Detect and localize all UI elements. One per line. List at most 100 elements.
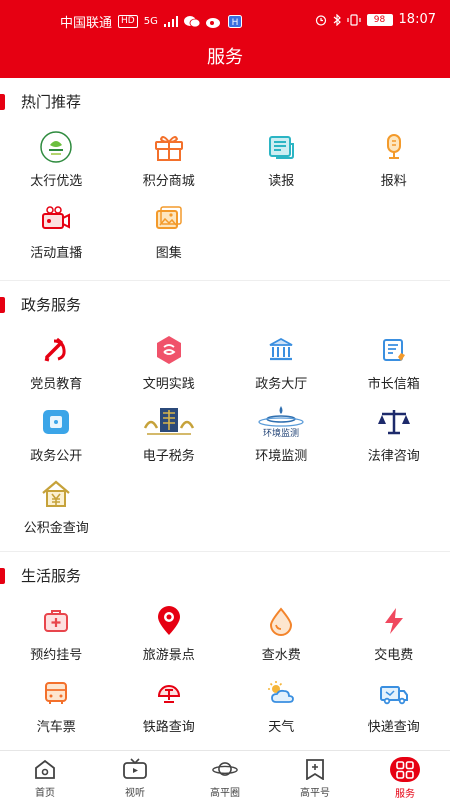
service-label: 环境监测 [255, 449, 308, 464]
alarm-icon [315, 14, 326, 26]
section-accent-bar [0, 297, 5, 313]
service-item-report[interactable]: 报料 [338, 124, 450, 196]
environment-logo-text: 环境监测 [263, 427, 299, 439]
service-item-scenic-spots[interactable]: 旅游景点 [113, 598, 226, 670]
civilization-icon [152, 333, 186, 367]
newspaper-icon [264, 130, 298, 164]
gift-icon [152, 130, 186, 164]
service-item-read-paper[interactable]: 读报 [225, 124, 338, 196]
service-label: 汽车票 [36, 720, 76, 735]
taihang-logo-icon [39, 130, 73, 164]
hot-recommend-grid: 太行优选 积分商城 读报 报料 活动直播 图集 [0, 124, 450, 268]
bottom-tab-bar: 首页 视听 高平圈 高平号 服务 [0, 750, 450, 800]
service-item-water-fee[interactable]: 查水费 [225, 598, 338, 670]
service-label: 读报 [268, 174, 295, 189]
service-label: 活动直播 [30, 246, 83, 261]
tax-logo-icon [141, 405, 197, 439]
service-label: 积分商城 [142, 174, 195, 189]
video-camera-icon [39, 202, 73, 236]
battery-indicator: 98 [366, 13, 393, 26]
service-label: 市长信箱 [367, 377, 420, 392]
service-item-express[interactable]: 快递查询 [338, 670, 450, 742]
section-government: 政务服务 [0, 281, 450, 327]
home-icon [32, 757, 58, 781]
service-item-civilization[interactable]: 文明实践 [113, 327, 226, 399]
bookmark-plus-icon [302, 757, 328, 781]
mailbox-icon [377, 333, 411, 367]
tab-label: 首页 [35, 788, 55, 799]
service-label: 交电费 [374, 648, 414, 663]
section-accent-bar [0, 94, 5, 110]
tab-gaoping-circle[interactable]: 高平圈 [180, 751, 270, 800]
weather-icon [264, 676, 298, 710]
tab-audio-visual[interactable]: 视听 [90, 751, 180, 800]
network-type-label: 5G [143, 15, 158, 27]
tab-service[interactable]: 服务 [360, 751, 450, 800]
section-title: 热门推荐 [21, 93, 82, 111]
government-hall-icon [264, 333, 298, 367]
life-grid: 预约挂号 旅游景点 查水费 交电费 汽车票 铁路查询 天气 快递查询 [0, 598, 450, 750]
bus-icon [39, 676, 73, 710]
public-info-icon [39, 405, 73, 439]
service-label: 天气 [268, 720, 295, 735]
lightning-icon [377, 604, 411, 638]
service-label: 公积金查询 [23, 521, 89, 536]
party-emblem-icon [39, 333, 73, 367]
weibo-icon [205, 17, 220, 28]
service-item-housing-fund[interactable]: 公积金查询 [0, 471, 113, 543]
section-hot-recommend: 热门推荐 [0, 78, 450, 124]
service-item-mayor-mailbox[interactable]: 市长信箱 [338, 327, 450, 399]
environment-logo-icon: 环境监测 [251, 405, 311, 439]
hd-badge: HD [118, 15, 138, 28]
carrier-label: 中国联通 [60, 16, 113, 31]
gallery-icon [152, 202, 186, 236]
service-label: 电子税务 [142, 449, 195, 464]
service-label: 查水费 [261, 648, 301, 663]
service-item-appointment[interactable]: 预约挂号 [0, 598, 113, 670]
service-label: 文明实践 [142, 377, 195, 392]
government-grid: 党员教育 文明实践 政务大厅 市长信箱 政务公开 电子税务 环境监测 环境监测 … [0, 327, 450, 543]
service-item-electricity-fee[interactable]: 交电费 [338, 598, 450, 670]
service-item-bus-ticket[interactable]: 汽车票 [0, 670, 113, 742]
signal-icon [163, 16, 178, 27]
service-item-live-event[interactable]: 活动直播 [0, 196, 113, 268]
water-drop-icon [264, 604, 298, 638]
tab-home[interactable]: 首页 [0, 751, 90, 800]
service-item-weather[interactable]: 天气 [225, 670, 338, 742]
tab-gaoping-account[interactable]: 高平号 [270, 751, 360, 800]
bluetooth-icon [333, 13, 341, 26]
section-title: 生活服务 [21, 567, 82, 585]
wechat-icon [183, 15, 200, 27]
svg-text:H: H [231, 18, 238, 28]
service-label: 图集 [155, 246, 182, 261]
planet-icon [212, 757, 238, 781]
section-life: 生活服务 [0, 552, 450, 598]
tab-label: 高平圈 [210, 788, 240, 799]
medical-kit-icon [39, 604, 73, 638]
service-item-partial[interactable] [0, 742, 113, 750]
service-label: 政务大厅 [255, 377, 308, 392]
delivery-truck-icon [377, 676, 411, 710]
status-bar: 中国联通 HD 5G H 98 18:07 [0, 0, 450, 40]
service-content[interactable]: 热门推荐 太行优选 积分商城 读报 报料 活动直播 图集 政务服务 党员教育 文… [0, 78, 450, 750]
service-item-government-hall[interactable]: 政务大厅 [225, 327, 338, 399]
clock: 18:07 [398, 12, 436, 27]
service-label: 预约挂号 [30, 648, 83, 663]
tv-icon [122, 757, 148, 781]
scales-icon [377, 405, 411, 439]
tab-label: 高平号 [300, 788, 330, 799]
service-item-public-info[interactable]: 政务公开 [0, 399, 113, 471]
service-item-e-tax[interactable]: 电子税务 [113, 399, 226, 471]
service-item-legal-consult[interactable]: 法律咨询 [338, 399, 450, 471]
train-icon [152, 676, 186, 710]
app-notification-icon: H [227, 15, 242, 28]
service-item-railway[interactable]: 铁路查询 [113, 670, 226, 742]
service-item-taihang[interactable]: 太行优选 [0, 124, 113, 196]
service-item-points-mall[interactable]: 积分商城 [113, 124, 226, 196]
page-title: 服务 [0, 40, 450, 78]
service-item-environment[interactable]: 环境监测 环境监测 [225, 399, 338, 471]
service-label: 党员教育 [30, 377, 83, 392]
service-item-party-education[interactable]: 党员教育 [0, 327, 113, 399]
service-label: 旅游景点 [142, 648, 195, 663]
service-item-gallery[interactable]: 图集 [113, 196, 226, 268]
